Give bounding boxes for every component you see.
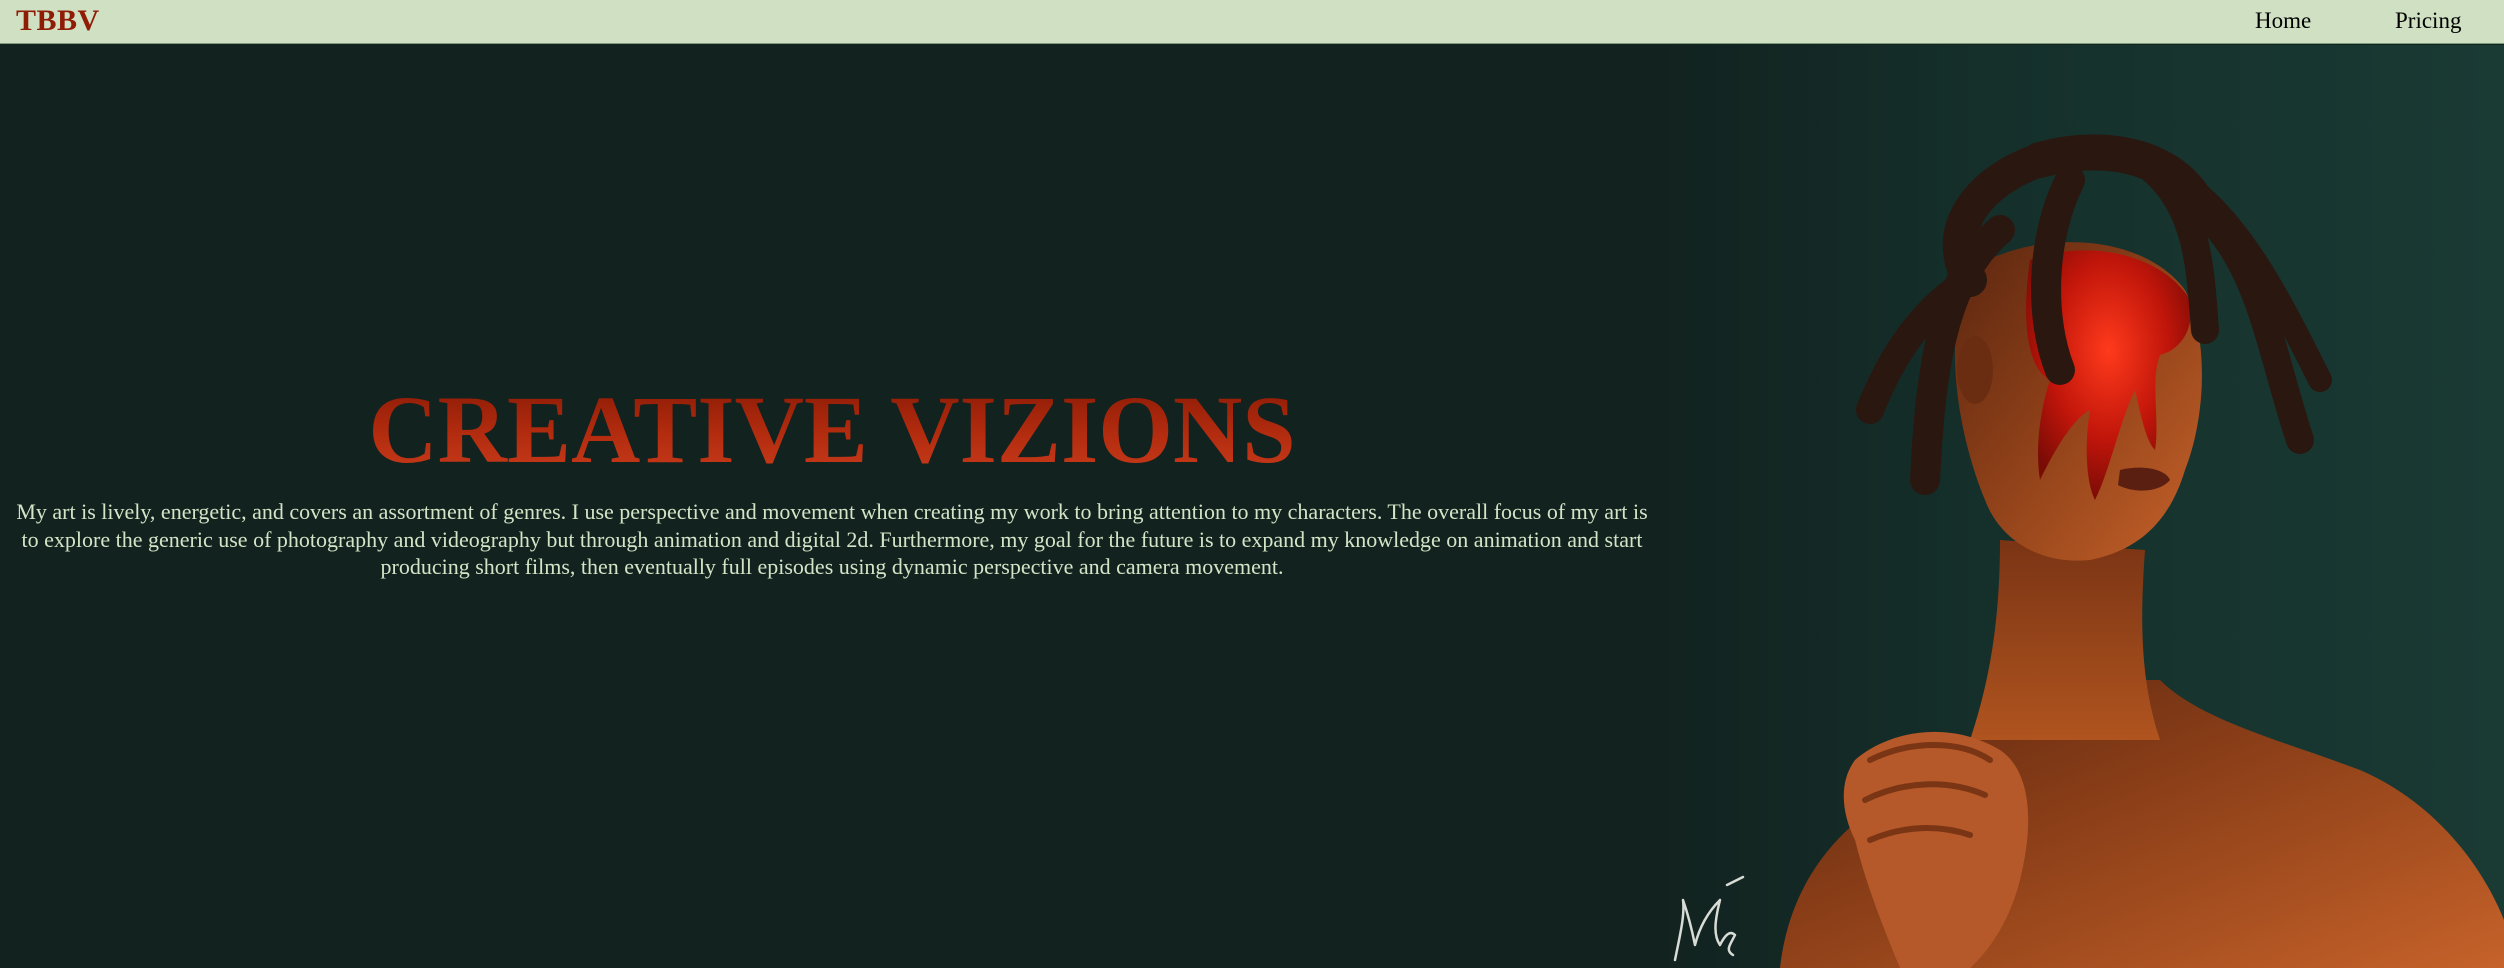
portrait-artwork [1780, 134, 2504, 968]
artist-signature [1673, 875, 1745, 962]
hero-title: CREATIVE VIZIONS [0, 382, 1664, 478]
ear-shape [1957, 336, 1993, 404]
hero-description: My art is lively, energetic, and covers … [16, 499, 1648, 579]
nav-pricing-link[interactable]: Pricing [2395, 8, 2461, 34]
nav-home-link[interactable]: Home [2255, 8, 2311, 34]
top-navbar: TBBV Home Pricing [0, 0, 2504, 44]
brand-logo[interactable]: TBBV [16, 4, 100, 38]
neck-shape [1970, 540, 2160, 740]
